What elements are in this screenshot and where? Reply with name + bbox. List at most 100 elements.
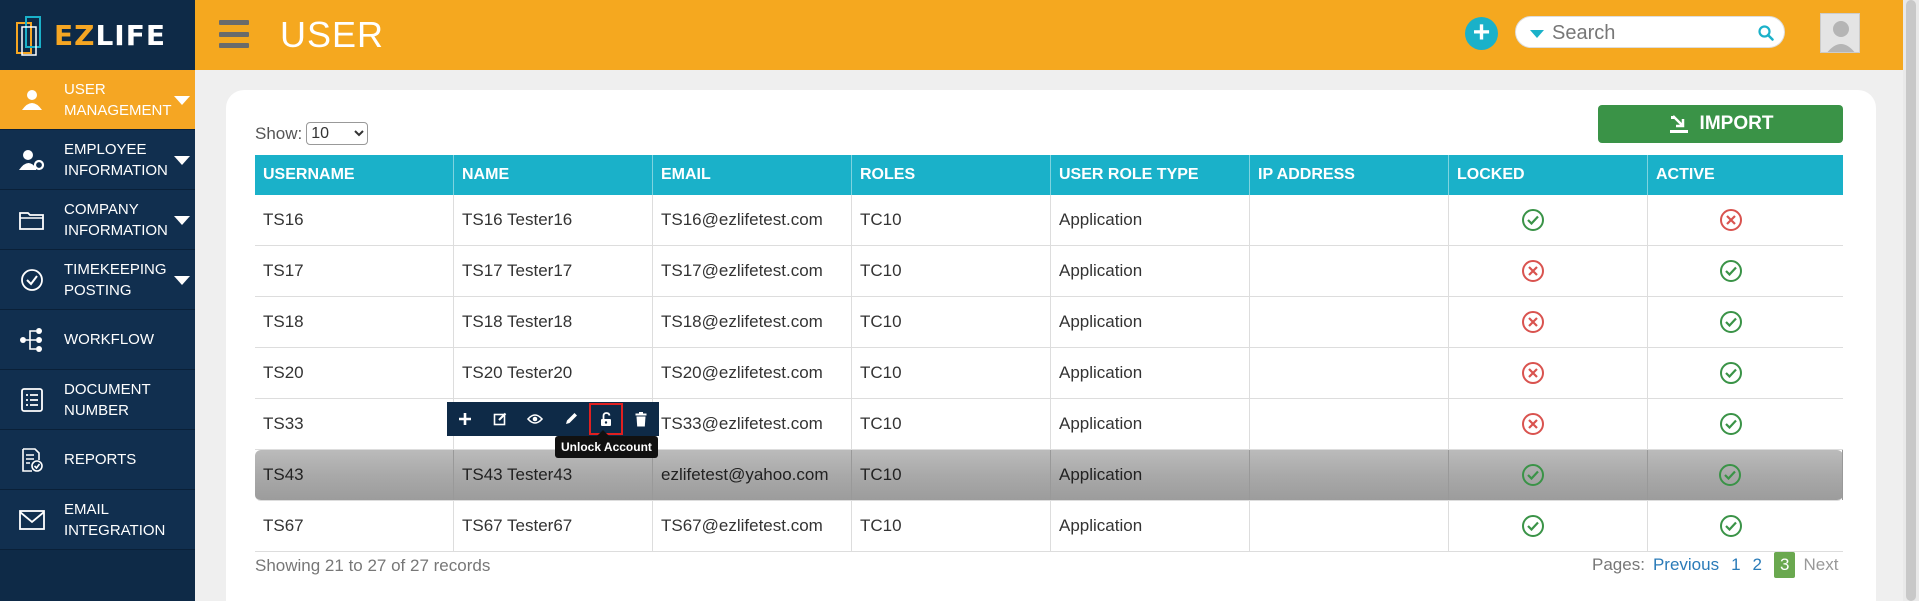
sidebar-item-workflow[interactable]: WORKFLOW bbox=[0, 310, 195, 370]
import-button[interactable]: IMPORT bbox=[1598, 105, 1843, 143]
column-header-user-role-type[interactable]: USER ROLE TYPE bbox=[1051, 155, 1250, 195]
cell-username: TS43 bbox=[255, 450, 454, 500]
trash-icon bbox=[635, 411, 647, 426]
scrollbar-thumb[interactable] bbox=[1906, 0, 1916, 601]
sidebar-item-label-line1: WORKFLOW bbox=[64, 331, 154, 348]
table-row[interactable]: TS17 TS17 Tester17 TS17@ezlifetest.com TC10… bbox=[255, 246, 1843, 297]
cell-role-type: Application bbox=[1051, 246, 1250, 296]
import-button-label: IMPORT bbox=[1699, 113, 1774, 134]
sidebar-item-label: WORKFLOW bbox=[64, 329, 174, 350]
cell-active bbox=[1648, 348, 1843, 398]
sidebar-item-document[interactable]: DOCUMENT NUMBER bbox=[0, 370, 195, 430]
logo-mark-icon bbox=[16, 16, 41, 56]
sidebar-item-label: EMPLOYEE INFORMATION bbox=[64, 139, 174, 181]
column-header-username[interactable]: USERNAME bbox=[255, 155, 454, 195]
cell-email: ezlifetest@yahoo.com bbox=[653, 450, 852, 500]
page-link-1[interactable]: 1 bbox=[1731, 555, 1740, 575]
avatar[interactable] bbox=[1820, 13, 1860, 53]
unlock-icon bbox=[600, 411, 611, 426]
sidebar-item-employee[interactable]: EMPLOYEE INFORMATION bbox=[0, 130, 195, 190]
cell-active bbox=[1648, 195, 1843, 245]
sidebar: EZLIFE USER MANAGEMENT EMPLOYEE INFORMATION… bbox=[0, 0, 195, 601]
cell-ip bbox=[1250, 246, 1449, 296]
table-row[interactable]: TS67 TS67 Tester67 TS67@ezlifetest.com TC10… bbox=[255, 501, 1843, 552]
users-table: USERNAME NAME EMAIL ROLES USER ROLE TYPE IP A… bbox=[255, 155, 1843, 552]
expand-caret-icon[interactable] bbox=[174, 96, 190, 105]
cell-email: TS67@ezlifetest.com bbox=[653, 501, 852, 551]
cell-email: TS20@ezlifetest.com bbox=[653, 348, 852, 398]
rename-action[interactable] bbox=[553, 402, 588, 436]
cell-ip bbox=[1250, 399, 1449, 449]
sidebar-item-label-line2: MANAGEMENT bbox=[64, 101, 172, 119]
cell-active bbox=[1648, 501, 1843, 551]
search-icon[interactable] bbox=[1758, 25, 1774, 41]
pages-label: Pages: bbox=[1592, 555, 1645, 574]
cell-role-type: Application bbox=[1051, 501, 1250, 551]
edit-action[interactable] bbox=[482, 402, 517, 436]
import-icon bbox=[1669, 115, 1688, 133]
column-header-ip-address[interactable]: IP ADDRESS bbox=[1250, 155, 1449, 195]
cell-username: TS20 bbox=[255, 348, 454, 398]
column-header-name[interactable]: NAME bbox=[454, 155, 653, 195]
add-button[interactable]: + bbox=[1465, 17, 1498, 50]
cell-role-type: Application bbox=[1051, 195, 1250, 245]
page-link-2[interactable]: 2 bbox=[1753, 555, 1762, 575]
delete-action[interactable] bbox=[624, 402, 659, 436]
previous-page-link[interactable]: Previous bbox=[1653, 555, 1719, 575]
page-size-control: Show: 10 bbox=[255, 122, 369, 145]
table-row[interactable]: TS18 TS18 Tester18 TS18@ezlifetest.com TC10… bbox=[255, 297, 1843, 348]
expand-caret-icon[interactable] bbox=[174, 276, 190, 285]
page-scrollbar[interactable] bbox=[1903, 0, 1919, 601]
search-filter-caret-icon[interactable] bbox=[1530, 30, 1544, 38]
sidebar-item-email[interactable]: EMAIL INTEGRATION bbox=[0, 490, 195, 550]
sidebar-item-timekeeping[interactable]: TIMEKEEPING POSTING bbox=[0, 250, 195, 310]
page-size-select[interactable]: 10 bbox=[306, 122, 369, 145]
search-input[interactable] bbox=[1552, 21, 1752, 45]
check-circle-icon bbox=[1719, 362, 1742, 384]
column-header-roles[interactable]: ROLES bbox=[852, 155, 1051, 195]
eye-icon bbox=[527, 414, 544, 424]
cell-active bbox=[1648, 450, 1843, 500]
expand-caret-icon[interactable] bbox=[174, 216, 190, 225]
sidebar-item-label-line1: REPORTS bbox=[64, 451, 137, 468]
table-row[interactable]: TS43 TS43 Tester43 ezlifetest@yahoo.com TC1… bbox=[255, 450, 1843, 501]
column-header-locked[interactable]: LOCKED bbox=[1449, 155, 1648, 195]
column-header-email[interactable]: EMAIL bbox=[653, 155, 852, 195]
next-page-link[interactable]: Next bbox=[1803, 555, 1838, 575]
page-link-3[interactable]: 3 bbox=[1774, 552, 1796, 578]
cell-email: TS18@ezlifetest.com bbox=[653, 297, 852, 347]
table-row[interactable]: TS20 TS20 Tester20 TS20@ezlifetest.com TC10… bbox=[255, 348, 1843, 399]
cell-name: TS18 Tester18 bbox=[454, 297, 653, 347]
pencil-icon bbox=[565, 413, 577, 424]
plus-icon bbox=[458, 413, 471, 425]
sidebar-item-label-line2: POSTING bbox=[64, 281, 132, 299]
workflow-icon bbox=[0, 327, 64, 353]
add-action[interactable] bbox=[447, 402, 482, 436]
sidebar-item-label-line2: INFORMATION bbox=[64, 161, 168, 179]
column-header-active[interactable]: ACTIVE bbox=[1648, 155, 1843, 195]
sidebar-item-user[interactable]: USER MANAGEMENT bbox=[0, 70, 195, 130]
check-circle-icon bbox=[1719, 413, 1742, 435]
envelope-icon bbox=[0, 509, 64, 530]
record-count: Showing 21 to 27 of 27 records bbox=[255, 556, 491, 575]
cell-ip bbox=[1250, 195, 1449, 245]
cell-username: TS17 bbox=[255, 246, 454, 296]
unlock-account-tooltip: Unlock Account bbox=[555, 430, 658, 458]
cell-username: TS16 bbox=[255, 195, 454, 245]
table-row[interactable]: TS16 TS16 Tester16 TS16@ezlifetest.com TC10… bbox=[255, 195, 1843, 246]
pagination: Pages: Previous 1 2 3 Next bbox=[1592, 552, 1850, 578]
app-logo[interactable]: EZLIFE bbox=[0, 0, 195, 70]
expand-caret-icon[interactable] bbox=[174, 156, 190, 165]
cell-locked bbox=[1449, 399, 1648, 449]
cell-email: TS33@ezlifetest.com bbox=[653, 399, 852, 449]
cell-name: TS67 Tester67 bbox=[454, 501, 653, 551]
menu-toggle-icon[interactable] bbox=[219, 20, 249, 48]
report-icon bbox=[0, 447, 64, 473]
cell-name: TS20 Tester20 bbox=[454, 348, 653, 398]
sidebar-item-label-line1: EMPLOYEE bbox=[64, 140, 147, 158]
sidebar-item-company[interactable]: COMPANY INFORMATION bbox=[0, 190, 195, 250]
view-action[interactable] bbox=[518, 402, 553, 436]
x-circle-icon bbox=[1719, 209, 1742, 231]
cell-locked bbox=[1449, 501, 1648, 551]
sidebar-item-reports[interactable]: REPORTS bbox=[0, 430, 195, 490]
